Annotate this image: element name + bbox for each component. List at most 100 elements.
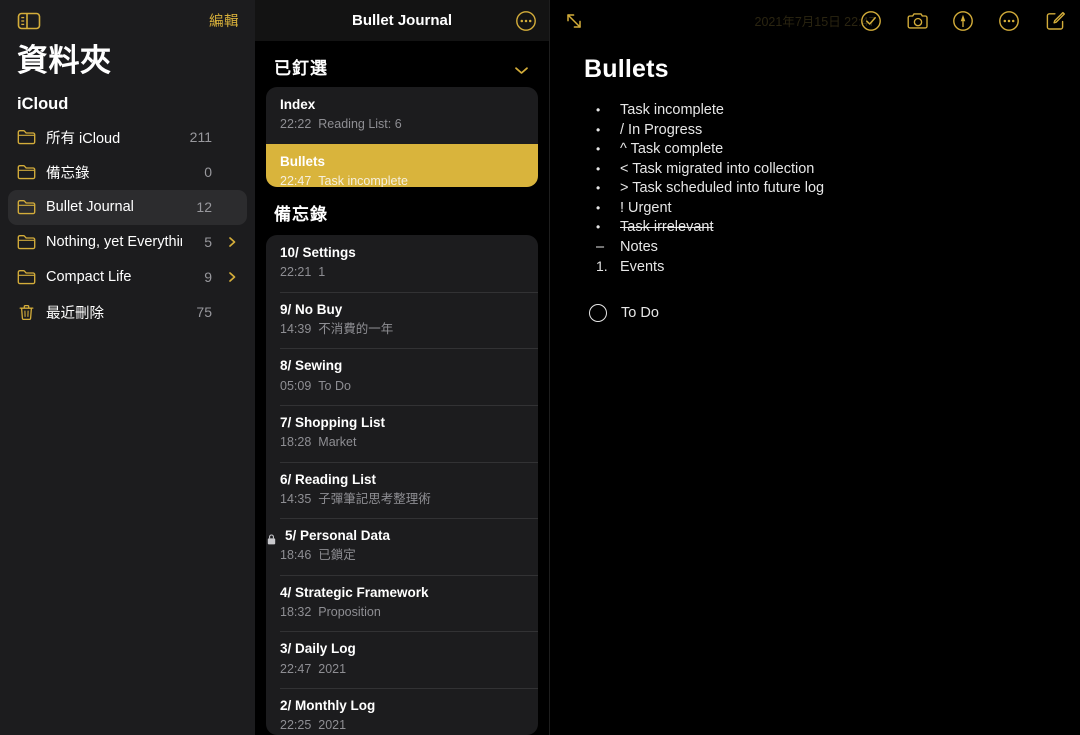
sidebar-item-bullet-journal[interactable]: Bullet Journal 12 [8, 189, 247, 225]
note-body-title: Bullets [584, 55, 669, 83]
sidebar-item-label: Compact Life [46, 269, 132, 286]
sidebar-item-nothing-yet-everything[interactable]: Nothing, yet Everything 5 [8, 225, 247, 260]
sidebar-item-recently-deleted[interactable]: 最近刪除 75 [8, 295, 247, 330]
note-time: 22:21 [280, 265, 312, 280]
sidebar-item-count: 12 [196, 199, 212, 216]
number-marker: 1. [596, 258, 608, 274]
sidebar-item-all-icloud[interactable]: 所有 iCloud 211 [8, 120, 247, 155]
bullet-item[interactable]: • < Task migrated into collection [584, 160, 1080, 180]
expand-diagonal-icon[interactable] [564, 11, 584, 31]
chevron-right-icon[interactable] [227, 270, 238, 284]
note-meta: 14:35 子彈筆記思考整理術 [280, 490, 524, 509]
list-item[interactable]: 2/ Monthly Log 22:25 2021 [266, 688, 538, 735]
notes-list-column: Bullet Journal 已釘選 Index 22:22 Reading L… [255, 0, 550, 735]
bullet-item[interactable]: 1. Events [584, 257, 1080, 278]
sidebar-item-notes[interactable]: 備忘錄 0 [8, 155, 247, 190]
more-options-icon[interactable] [998, 10, 1020, 32]
bullet-item[interactable]: • ! Urgent [584, 199, 1080, 219]
sidebar-topbar: 編輯 [0, 0, 255, 41]
note-meta: 18:32 Proposition [280, 603, 524, 622]
list-item[interactable]: 6/ Reading List 14:35 子彈筆記思考整理術 [266, 461, 538, 519]
note-subtitle: 已鎖定 [318, 548, 356, 563]
account-section-title: iCloud [17, 94, 69, 113]
note-time: 05:09 [280, 378, 312, 393]
note-subtitle: 2021 [318, 718, 347, 733]
list-item[interactable]: 5/ Personal Data 18:46 已鎖定 [266, 518, 538, 575]
note-time: 22:47 [280, 661, 312, 676]
note-meta: 22:25 2021 [280, 716, 524, 735]
note-meta: 14:39 不消費的一年 [280, 320, 524, 339]
note-time: 18:28 [280, 435, 312, 450]
camera-icon[interactable] [906, 10, 928, 32]
bullet-text: / In Progress [620, 121, 703, 138]
note-subtitle: Task incomplete [318, 173, 408, 187]
notes-app-window: 編輯 資料夾 iCloud 所有 iCloud 211 備忘錄 0 Bullet… [0, 0, 1080, 735]
list-item[interactable]: 8/ Sewing 05:09 To Do [266, 348, 538, 405]
note-subtitle: 2021 [318, 661, 347, 676]
bullet-list: • Task incomplete • / In Progress • ^ Ta… [584, 101, 1080, 278]
compose-icon[interactable] [1044, 10, 1066, 32]
note-time: 14:35 [280, 491, 312, 506]
folder-icon [17, 164, 36, 180]
bullet-item[interactable]: • ^ Task complete [584, 140, 1080, 160]
note-title: 4/ Strategic Framework [280, 584, 429, 600]
more-options-icon[interactable] [515, 10, 537, 32]
folder-icon [17, 129, 36, 145]
note-body[interactable]: Bullets • Task incomplete • / In Progres… [550, 41, 1080, 322]
note-subtitle: 不消費的一年 [318, 321, 394, 336]
bullet-text: ! Urgent [620, 199, 672, 216]
pinned-section-header[interactable]: 已釘選 [255, 41, 549, 87]
note-time: 22:22 [280, 117, 312, 132]
note-detail-topbar: 2021年7月15日 22:47 [550, 0, 1080, 41]
bullet-item[interactable]: • > Task scheduled into future log [584, 179, 1080, 199]
note-title: 8/ Sewing [280, 358, 343, 374]
bullet-item[interactable]: • Task incomplete [584, 101, 1080, 121]
sidebar-item-compact-life[interactable]: Compact Life 9 [8, 260, 247, 295]
note-title-text: 5/ Personal Data [285, 528, 391, 544]
note-meta: 22:21 1 [280, 263, 524, 282]
bullet-item[interactable]: • / In Progress [584, 121, 1080, 141]
lock-icon [267, 531, 276, 545]
folder-icon [17, 234, 36, 250]
bullet-marker-icon: • [596, 181, 601, 195]
list-item[interactable]: 9/ No Buy 14:39 不消費的一年 [266, 291, 538, 349]
chevron-right-icon[interactable] [227, 235, 238, 249]
note-title: 7/ Shopping List [280, 414, 385, 430]
sidebar: 編輯 資料夾 iCloud 所有 iCloud 211 備忘錄 0 Bullet… [0, 0, 255, 735]
folder-list: 所有 iCloud 211 備忘錄 0 Bullet Journal 12 No… [0, 120, 255, 330]
list-item[interactable]: 4/ Strategic Framework 18:32 Proposition [266, 574, 538, 632]
bullet-item[interactable]: • Task irrelevant [584, 218, 1080, 238]
note-meta: 22:22 Reading List: 6 [280, 115, 524, 134]
sidebar-toggle-icon[interactable] [16, 10, 42, 32]
bullet-marker-icon: • [596, 200, 601, 215]
chevron-down-icon[interactable] [514, 62, 529, 74]
notes-card: 10/ Settings 22:21 1 9/ No Buy 14:39 不消費… [266, 235, 538, 735]
list-item[interactable]: 3/ Daily Log 22:47 2021 [266, 631, 538, 688]
pinned-notes-card: Index 22:22 Reading List: 6 Bullets 22:4… [266, 87, 538, 187]
dash-marker-icon: – [596, 238, 605, 255]
sidebar-item-label: 備忘錄 [46, 165, 90, 182]
list-item[interactable]: 10/ Settings 22:21 1 [266, 235, 538, 292]
note-meta: 18:46 已鎖定 [280, 546, 524, 565]
bullet-text: ^ Task complete [620, 141, 724, 157]
note-title: 3/ Daily Log [280, 641, 356, 657]
sidebar-item-label: 所有 iCloud [46, 130, 121, 147]
note-title: 6/ Reading List [280, 471, 377, 487]
list-item[interactable]: 7/ Shopping List 18:28 Market [266, 404, 538, 462]
bullet-text: Notes [620, 238, 658, 255]
list-item[interactable]: Index 22:22 Reading List: 6 [266, 87, 538, 144]
bullet-marker-icon: • [596, 142, 601, 156]
bullet-marker-icon: • [596, 103, 601, 117]
edit-button[interactable]: 編輯 [209, 10, 239, 31]
markup-pen-icon[interactable] [952, 10, 974, 32]
unchecked-circle-icon[interactable] [589, 303, 607, 322]
list-item[interactable]: Bullets 22:47 Task incomplete [266, 143, 538, 187]
note-time: 22:47 [280, 173, 312, 187]
bullet-marker-icon: • [596, 122, 601, 137]
note-title: 2/ Monthly Log [280, 698, 376, 713]
sidebar-item-label: Nothing, yet Everything [46, 234, 182, 251]
page-title: 資料夾 [17, 43, 112, 78]
checklist-icon[interactable] [860, 10, 882, 32]
todo-item[interactable]: To Do [584, 303, 1080, 322]
bullet-item[interactable]: – Notes [584, 238, 1080, 258]
